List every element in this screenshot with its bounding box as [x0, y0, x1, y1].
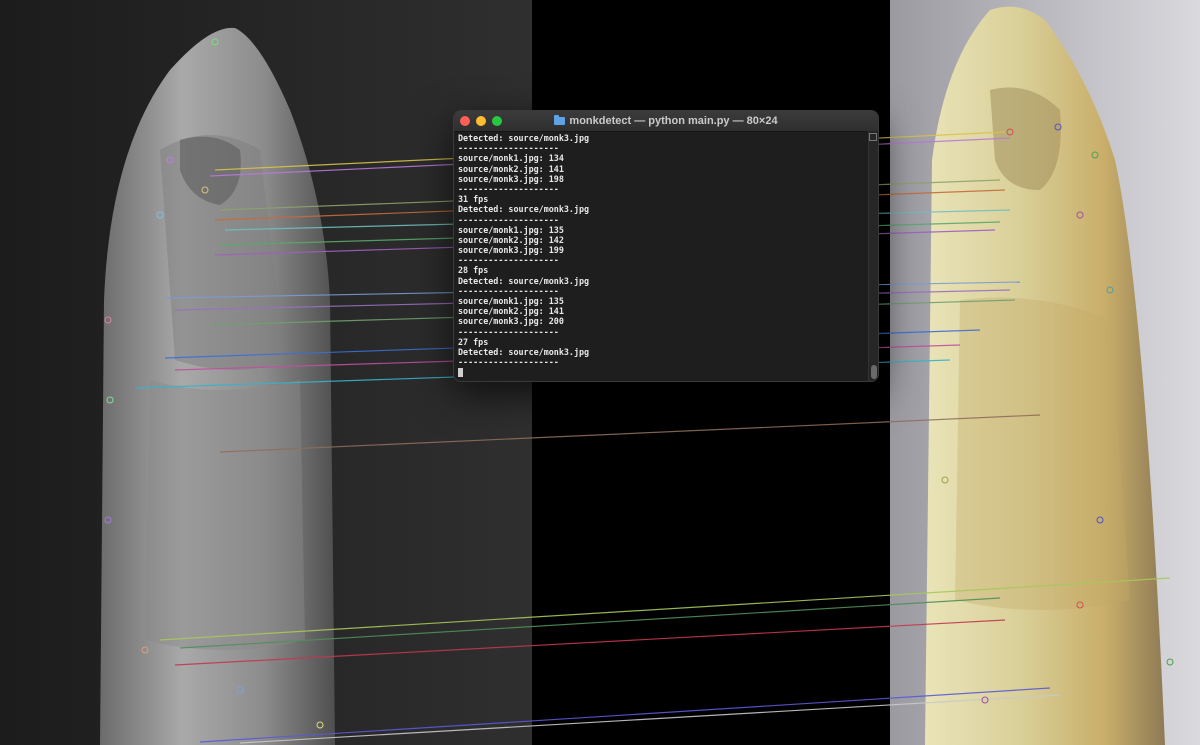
terminal-line: --------------------: [458, 326, 559, 337]
terminal-line: --------------------: [458, 357, 559, 368]
terminal-output[interactable]: Detected: source/monk3.jpg -------------…: [458, 133, 866, 379]
terminal-line: --------------------: [458, 143, 559, 154]
title-bar[interactable]: monkdetect — python main.py — 80×24: [454, 111, 878, 132]
terminal-line: source/monk2.jpg: 141: [458, 163, 564, 174]
terminal-line: source/monk3.jpg: 198: [458, 173, 564, 184]
scrollbar-thumb[interactable]: [871, 365, 877, 379]
terminal-line: source/monk1.jpg: 134: [458, 153, 564, 164]
terminal-line: source/monk2.jpg: 141: [458, 306, 564, 317]
terminal-line: 28 fps: [458, 265, 489, 276]
terminal-line: Detected: source/monk3.jpg: [458, 275, 590, 286]
terminal-line: Detected: source/monk3.jpg: [458, 133, 590, 143]
terminal-line: source/monk3.jpg: 200: [458, 316, 564, 327]
terminal-line: 31 fps: [458, 194, 489, 205]
terminal-line: source/monk2.jpg: 142: [458, 234, 564, 245]
terminal-line: --------------------: [458, 214, 559, 225]
cursor-line: [458, 367, 866, 378]
terminal-line: 27 fps: [458, 336, 489, 347]
terminal-line: --------------------: [458, 255, 559, 266]
terminal-line: Detected: source/monk3.jpg: [458, 204, 590, 215]
scrollbar[interactable]: [868, 131, 878, 381]
title-wrap: monkdetect — python main.py — 80×24: [454, 111, 878, 131]
terminal-line: Detected: source/monk3.jpg: [458, 346, 590, 357]
terminal-line: source/monk3.jpg: 199: [458, 245, 564, 256]
terminal-line: --------------------: [458, 285, 559, 296]
terminal-line: source/monk1.jpg: 135: [458, 296, 564, 306]
terminal-line: --------------------: [458, 183, 559, 194]
window-title: monkdetect — python main.py — 80×24: [569, 115, 778, 127]
folder-icon: [554, 115, 566, 125]
terminal-line: source/monk1.jpg: 135: [458, 224, 564, 235]
text-cursor: [458, 368, 463, 378]
scroll-indicator-icon: [869, 133, 877, 141]
terminal-window[interactable]: monkdetect — python main.py — 80×24 Dete…: [453, 110, 879, 382]
